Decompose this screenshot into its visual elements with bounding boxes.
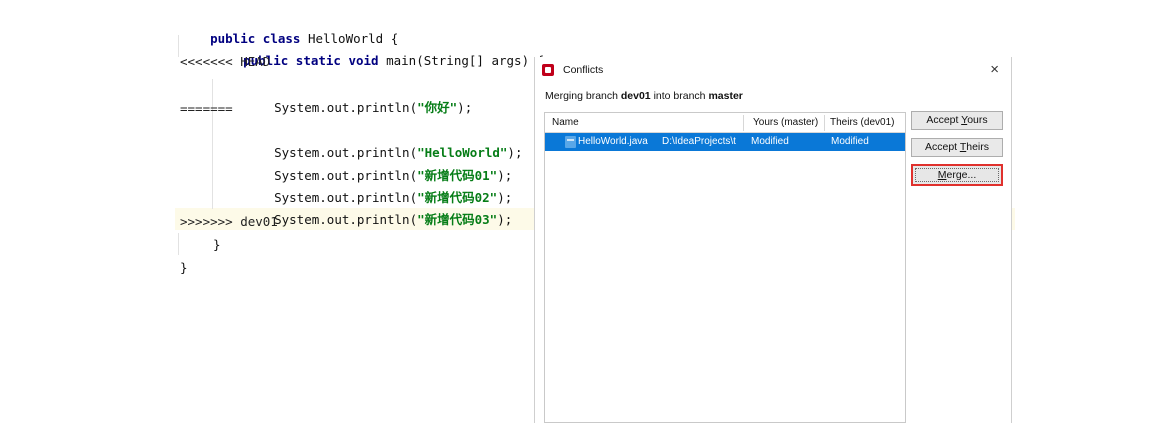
indent-guide: [178, 233, 179, 255]
code-line-println[interactable]: System.out.println("你好");: [244, 75, 472, 115]
conflicts-table[interactable]: Name Yours (master) Theirs (dev01) Hello…: [544, 112, 906, 423]
file-path: D:\IdeaProjects\t: [662, 136, 736, 147]
column-header-name[interactable]: Name: [552, 117, 579, 128]
code-line-println[interactable]: System.out.println("新增代码02");: [244, 165, 512, 205]
source-branch: dev01: [620, 90, 651, 102]
code-line-main[interactable]: public static void main(String[] args) {: [213, 28, 544, 68]
conflicts-dialog: Conflicts × Merging branch dev01 into br…: [534, 57, 1012, 423]
dialog-title: Conflicts: [563, 64, 604, 76]
target-branch: master: [708, 90, 743, 102]
conflict-separator[interactable]: =======: [180, 98, 233, 120]
java-file-icon: [565, 136, 576, 148]
column-divider[interactable]: [824, 115, 825, 131]
indent-guide: [178, 35, 179, 57]
accept-theirs-button[interactable]: Accept Theirs: [911, 138, 1003, 157]
column-divider[interactable]: [743, 115, 744, 131]
table-row[interactable]: HelloWorld.java D:\IdeaProjects\t Modifi…: [545, 133, 905, 151]
close-icon[interactable]: ×: [990, 61, 999, 78]
accept-yours-button[interactable]: Accept Yours: [911, 111, 1003, 130]
column-header-yours[interactable]: Yours (master): [753, 117, 818, 128]
title-bar[interactable]: Conflicts ×: [535, 57, 1011, 83]
merge-message: Merging branch dev01 into branch master: [545, 90, 743, 102]
conflict-marker-dev01[interactable]: >>>>>>> dev01: [180, 211, 278, 233]
code-line-class[interactable]: public class HelloWorld {: [180, 6, 398, 46]
intellij-logo-icon: [542, 64, 554, 76]
yours-status: Modified: [751, 136, 789, 147]
column-header-theirs[interactable]: Theirs (dev01): [830, 117, 894, 128]
code-line-close-brace[interactable]: }: [213, 234, 221, 256]
conflict-marker-head[interactable]: <<<<<<< HEAD: [180, 51, 270, 73]
code-line-close-brace[interactable]: }: [180, 257, 188, 279]
table-header: Name Yours (master) Theirs (dev01): [545, 113, 905, 133]
focus-ring: Merge...: [915, 168, 999, 182]
code-line-println[interactable]: System.out.println("新增代码01");: [244, 143, 512, 183]
file-name: HelloWorld.java: [578, 136, 648, 147]
merge-button[interactable]: Merge...: [911, 164, 1003, 186]
code-line-println[interactable]: System.out.println("HelloWorld");: [244, 120, 522, 160]
theirs-status: Modified: [831, 136, 869, 147]
code-line-println[interactable]: System.out.println("新增代码03");: [244, 187, 512, 227]
